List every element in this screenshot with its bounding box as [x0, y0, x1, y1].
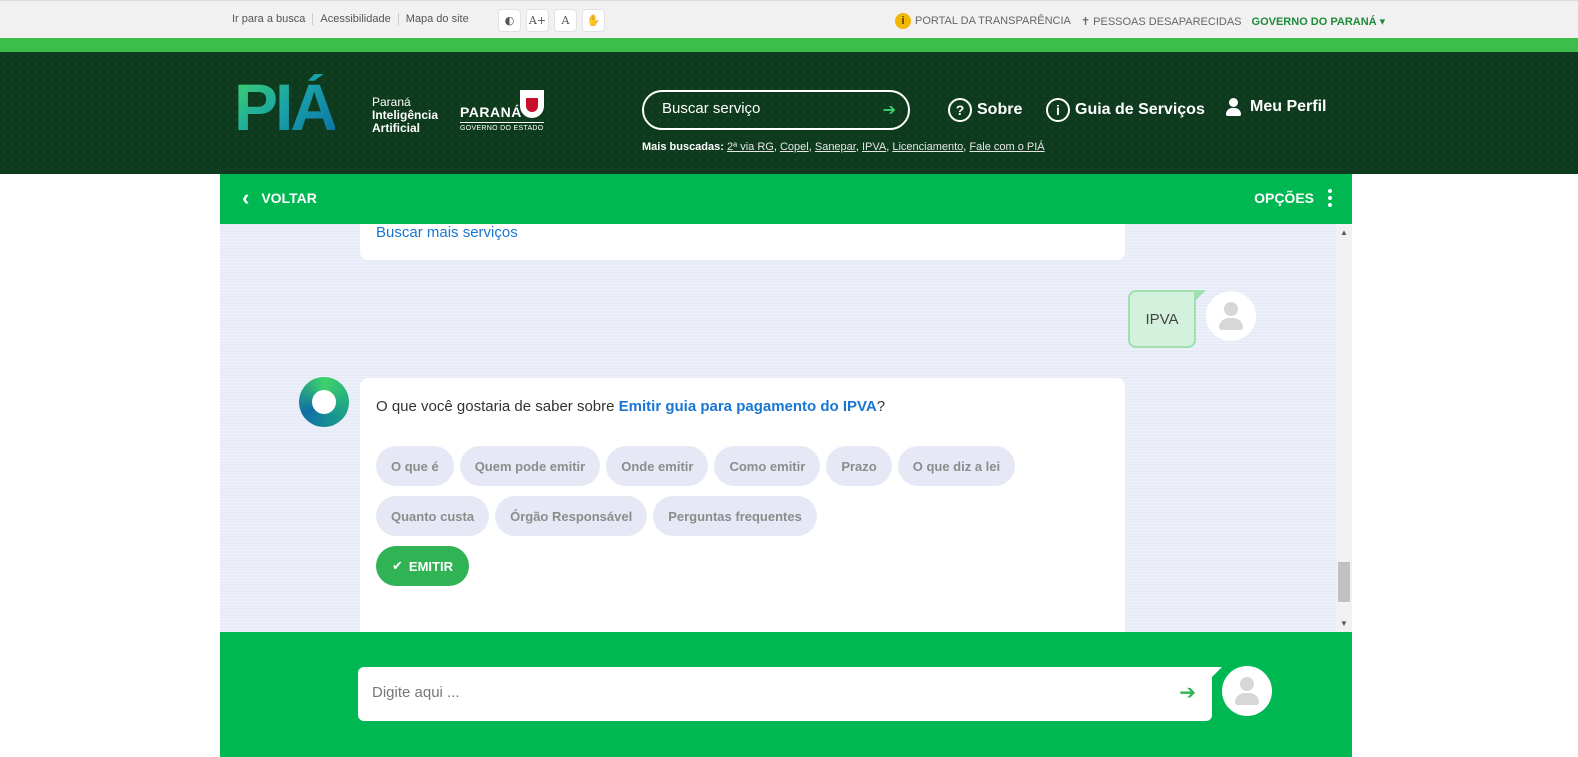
skip-to-search-link[interactable]: Ir para a busca [232, 13, 314, 25]
user-message: IPVA [1128, 290, 1206, 348]
service-search: ➔ [642, 90, 910, 130]
chip-quem-pode-emitir[interactable]: Quem pode emitir [459, 446, 601, 486]
user-icon [1226, 98, 1241, 116]
missing-persons-link[interactable]: ✝ PESSOAS DESAPARECIDAS [1081, 15, 1242, 28]
chip-o-que-diz-a-lei[interactable]: O que diz a lei [897, 446, 1016, 486]
normal-font-button[interactable]: A [554, 9, 577, 32]
scroll-up-icon[interactable]: ▲ [1340, 228, 1348, 237]
topic-chips: O que é Quem pode emitir Onde emitir Com… [376, 446, 1116, 536]
chat-toolbar: ‹ VOLTAR OPÇÕES [220, 174, 1352, 224]
nav-sobre[interactable]: ? Sobre [948, 98, 1022, 122]
user-avatar [1206, 291, 1256, 341]
bot-message-previous: Buscar mais serviços [360, 224, 1125, 260]
popular-link-sanepar[interactable]: Sanepar [815, 141, 856, 153]
scroll-down-icon[interactable]: ▼ [1340, 619, 1348, 628]
more-vertical-icon [1328, 189, 1332, 207]
chip-prazo[interactable]: Prazo [826, 446, 892, 486]
arrow-right-icon[interactable]: ➔ [883, 100, 896, 120]
chip-como-emitir[interactable]: Como emitir [714, 446, 821, 486]
sign-language-button[interactable]: ✋ [582, 9, 605, 32]
tagline-line-3: Artificial [372, 121, 421, 135]
message-composer: ➔ [220, 632, 1352, 757]
popular-link-fale[interactable]: Fale com o PIÁ [969, 141, 1044, 153]
increase-font-button[interactable]: A+ [526, 9, 549, 32]
nav-guia-label: Guia de Serviços [1075, 101, 1205, 118]
sitemap-link[interactable]: Mapa do site [399, 13, 476, 25]
coat-of-arms-icon [520, 90, 544, 118]
popular-link-rg[interactable]: 2ª via RG [727, 141, 774, 153]
back-button[interactable]: ‹ VOLTAR [242, 185, 317, 210]
emitir-button[interactable]: ✔ EMITIR [376, 546, 469, 586]
popular-link-licenciamento[interactable]: Licenciamento [892, 141, 963, 153]
emitir-label: EMITIR [408, 558, 453, 574]
chip-onde-emitir[interactable]: Onde emitir [606, 446, 709, 486]
question-prefix: O que você gostaria de saber sobre [376, 398, 619, 415]
chat-messages: Buscar mais serviços IPVA O que você gos… [220, 224, 1336, 632]
top-right-links: i PORTAL DA TRANSPARÊNCIA ✝ PESSOAS DESAP… [895, 13, 1385, 29]
nav-perfil[interactable]: Meu Perfil [1226, 98, 1326, 116]
chip-perguntas-frequentes[interactable]: Perguntas frequentes [653, 496, 817, 536]
contrast-button[interactable]: ◐ [498, 9, 521, 32]
government-label: GOVERNO DO PARANÁ [1251, 15, 1377, 28]
popular-searches: Mais buscadas: 2ª via RG, Copel, Sanepar… [642, 141, 1045, 153]
message-box: ➔ [358, 667, 1222, 721]
missing-persons-label: PESSOAS DESAPARECIDAS [1093, 15, 1242, 28]
service-name-link[interactable]: Emitir guia para pagamento do IPVA [619, 398, 877, 415]
accessibility-link[interactable]: Acessibilidade [313, 13, 399, 25]
popular-link-ipva[interactable]: IPVA [862, 141, 886, 153]
scroll-thumb[interactable] [1338, 562, 1350, 602]
info-circle-icon: i [1046, 98, 1070, 122]
chip-quanto-custa[interactable]: Quanto custa [376, 496, 490, 536]
site-header: PIÁ Paraná Inteligência Artificial PARAN… [0, 52, 1578, 174]
info-icon: i [895, 13, 911, 29]
caret-down-icon: ▾ [1379, 15, 1386, 28]
check-icon: ✔ [392, 558, 403, 573]
pia-logo[interactable]: PIÁ [234, 74, 338, 140]
options-button[interactable]: OPÇÕES [1254, 189, 1332, 207]
chevron-left-icon: ‹ [242, 185, 250, 210]
send-arrow-icon[interactable]: ➔ [1179, 680, 1196, 705]
composer-user-avatar [1222, 666, 1272, 716]
message-input[interactable] [372, 684, 1132, 701]
utility-links: Ir para a busca Acessibilidade Mapa do s… [232, 13, 476, 25]
person-icon: ✝ [1080, 15, 1094, 28]
bot-question: O que você gostaria de saber sobre Emiti… [376, 398, 885, 415]
transparency-label: PORTAL DA TRANSPARÊNCIA [915, 15, 1071, 27]
nav-guia[interactable]: i Guia de Serviços [1046, 98, 1205, 122]
search-more-services-link[interactable]: Buscar mais serviços [376, 224, 518, 241]
question-suffix: ? [876, 398, 886, 415]
nav-sobre-label: Sobre [977, 101, 1023, 118]
utility-bar: Ir para a busca Acessibilidade Mapa do s… [0, 0, 1578, 38]
popular-searches-label: Mais buscadas: [642, 141, 724, 153]
transparency-link[interactable]: i PORTAL DA TRANSPARÊNCIA [895, 13, 1071, 29]
question-icon: ? [948, 98, 972, 122]
government-menu[interactable]: GOVERNO DO PARANÁ ▾ [1252, 15, 1386, 28]
chip-orgao-responsavel[interactable]: Órgão Responsável [495, 496, 648, 536]
accessibility-controls: ◐ A+ A ✋ [498, 9, 605, 32]
options-label: OPÇÕES [1254, 190, 1314, 206]
green-stripe [0, 38, 1578, 52]
back-label: VOLTAR [261, 190, 317, 206]
bot-avatar [299, 377, 349, 427]
popular-link-copel[interactable]: Copel [780, 141, 809, 153]
state-subtitle: GOVERNO DO ESTADO [460, 125, 544, 132]
logo-tagline: Paraná Inteligência Artificial [372, 96, 438, 135]
chat-scrollbar[interactable]: ▲ ▼ [1336, 224, 1352, 632]
chip-o-que-e[interactable]: O que é [376, 446, 454, 486]
bot-message: O que você gostaria de saber sobre Emiti… [360, 378, 1125, 632]
user-message-text: IPVA [1145, 310, 1179, 328]
nav-perfil-label: Meu Perfil [1250, 98, 1327, 115]
search-input[interactable] [662, 100, 862, 117]
